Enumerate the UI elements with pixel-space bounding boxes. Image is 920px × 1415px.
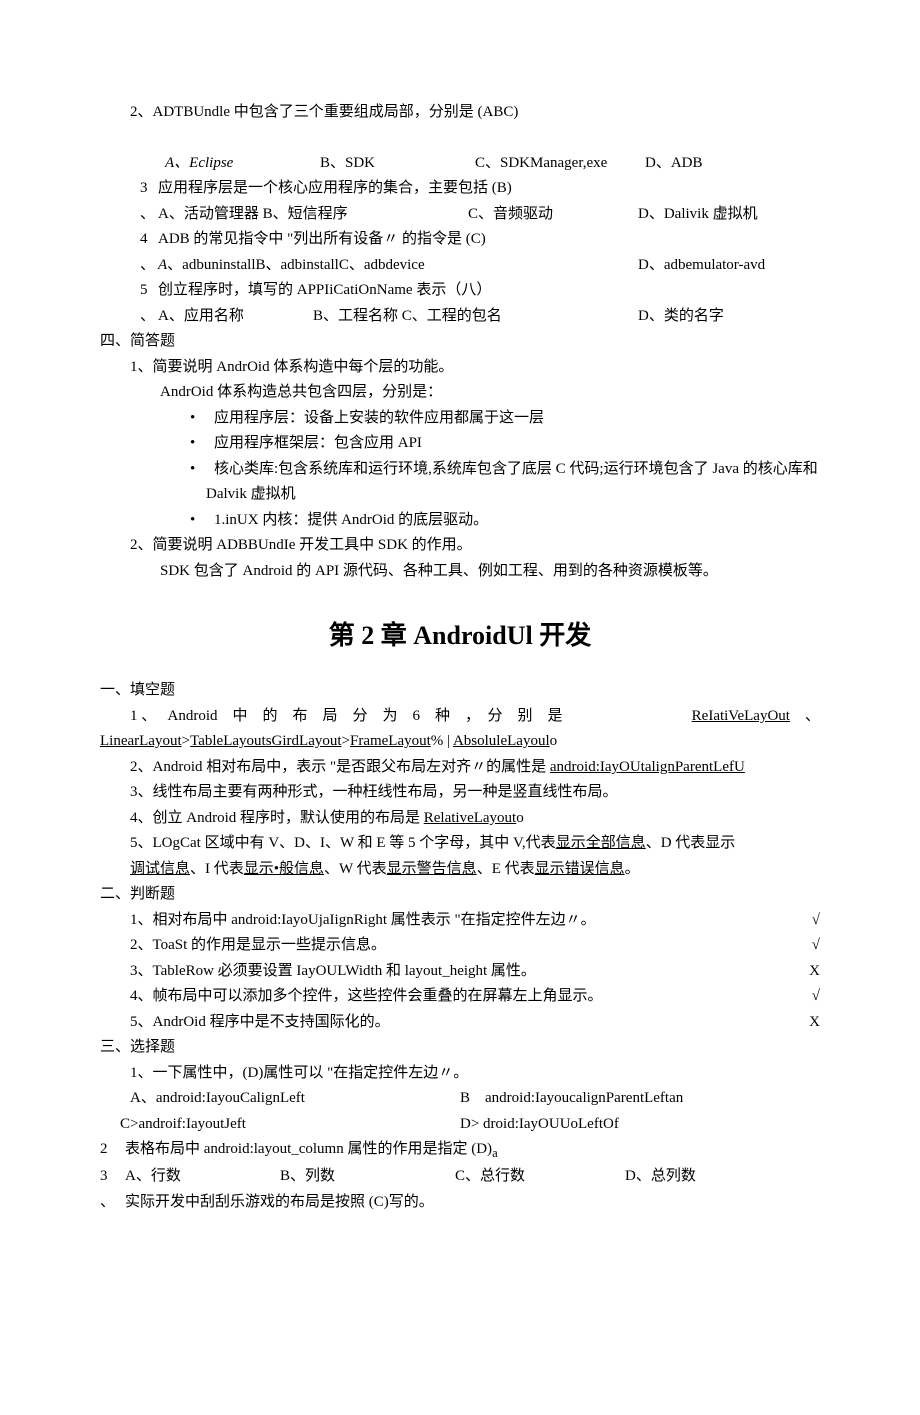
mc-question-2: 2、ADTBUndle 中包含了三个重要组成局部，分别是 (ABC) bbox=[130, 100, 820, 126]
q4-text: ADB 的常见指令中 "列出所有设备〃 的指令是 (C) bbox=[158, 227, 486, 253]
q5-text: 创立程序时，填写的 APPIiCatiOnName 表示（八） bbox=[158, 278, 491, 304]
opt-ab: A、活动管理器 B、短信程序 bbox=[158, 202, 468, 228]
mc-q4-options: 、 AA、adbuninstallB、adbinstallC、adbdevice… bbox=[140, 253, 820, 279]
ch2-mc-title: 三、选择题 bbox=[100, 1035, 820, 1061]
fill-4: 4、创立 Android 程序时，默认使用的布局是 RelativeLayout… bbox=[130, 806, 820, 832]
opt-bc: B、工程名称 C、工程的包名 bbox=[313, 304, 638, 330]
mc-question-4: 4 ADB 的常见指令中 "列出所有设备〃 的指令是 (C) bbox=[140, 227, 820, 253]
opt-d: D、adbemulator-avd bbox=[638, 253, 820, 279]
mc-question-5: 5 创立程序时，填写的 APPIiCatiOnName 表示（八） bbox=[140, 278, 820, 304]
opt-a: A、应用名称 bbox=[158, 304, 313, 330]
mc-q3-options: 、 A、活动管理器 B、短信程序 C、音频驱动 D、Dalivik 虚拟机 bbox=[140, 202, 820, 228]
tf-3: 3、TableRow 必须要设置 IayOULWidth 和 layout_he… bbox=[130, 959, 820, 985]
fill-2: 2、Android 相对布局中，表示 "是否跟父布局左对齐〃的属性是 andro… bbox=[130, 755, 820, 781]
short-answer-title: 四、简答题 bbox=[100, 329, 820, 355]
sa-bullet-2: • 应用程序框架层：包含应用 API bbox=[190, 431, 820, 457]
opt-b: B、SDK bbox=[320, 151, 475, 177]
mc-q2-options: A、Eclipse B、SDK C、SDKManager,exe D、ADB bbox=[165, 151, 820, 177]
tf-1: 1、相对布局中 android:IayoUjaIignRight 属性表示 "在… bbox=[130, 908, 820, 934]
ch2-mc-1-row2: C>androif:IayoutJeft D> droid:IayOUUoLef… bbox=[120, 1112, 820, 1138]
opt-c: C、SDKManager,exe bbox=[475, 151, 645, 177]
tf-5: 5、AndrOid 程序中是不支持国际化的。X bbox=[130, 1010, 820, 1036]
q4-num: 4 bbox=[140, 227, 158, 253]
opt-d: D、类的名字 bbox=[638, 304, 820, 330]
fill-1-line1: 1 、 Android 中 的 布 局 分 为 6 种 ， 分 别 是 ReIa… bbox=[130, 704, 820, 730]
tf-2: 2、ToaSt 的作用是显示一些提示信息。√ bbox=[130, 933, 820, 959]
q3-text: 应用程序层是一个核心应用程序的集合，主要包括 (B) bbox=[158, 176, 512, 202]
fill-3: 3、线性布局主要有两种形式，一种枉线性布局，另一种是竖直线性布局。 bbox=[130, 780, 820, 806]
sa-bullet-1: • 应用程序层：设备上安装的软件应用都属于这一层 bbox=[190, 406, 820, 432]
sa-q2: 2、简要说明 ADBBUndIe 开发工具中 SDK 的作用。 bbox=[130, 533, 820, 559]
ch2-mc-1-row1: A、android:IayouCalignLeft B android:Iayo… bbox=[130, 1086, 820, 1112]
sa-q1: 1、简要说明 AndrOid 体系构造中每个层的功能。 bbox=[130, 355, 820, 381]
tf-4: 4、帧布局中可以添加多个控件，这些控件会重叠的在屏幕左上角显示。√ bbox=[130, 984, 820, 1010]
opt-d: D、Dalivik 虚拟机 bbox=[638, 202, 820, 228]
fill-5-line1: 5、LOgCat 区域中有 V、D、I、W 和 E 等 5 个字母，其中 V,代… bbox=[130, 831, 820, 857]
opt-d: D、ADB bbox=[645, 151, 820, 177]
opt-c: C、音频驱动 bbox=[468, 202, 638, 228]
fill-5-line2: 调试信息、I 代表显示•般信息、W 代表显示警告信息、E 代表显示错误信息。 bbox=[130, 857, 820, 883]
sa-q2-answer: SDK 包含了 Android 的 API 源代码、各种工具、例如工程、用到的各… bbox=[160, 559, 820, 585]
ch2-mc-1: 1、一下属性中，(D)属性可以 "在指定控件左边〃。 bbox=[130, 1061, 820, 1087]
q3-num: 3 bbox=[140, 176, 158, 202]
q3-tick: 、 bbox=[140, 202, 158, 228]
fill-title: 一、填空题 bbox=[100, 678, 820, 704]
mc-q5-options: 、 A、应用名称 B、工程名称 C、工程的包名 D、类的名字 bbox=[140, 304, 820, 330]
mc-question-3: 3 应用程序层是一个核心应用程序的集合，主要包括 (B) bbox=[140, 176, 820, 202]
sa-bullet-4: • 1.inUX 内核：提供 AndrOid 的底层驱动。 bbox=[190, 508, 820, 534]
q5-num: 5 bbox=[140, 278, 158, 304]
sa-q1-intro: AndrOid 体系构造总共包含四层，分别是： bbox=[160, 380, 820, 406]
q5-tick: 、 bbox=[140, 304, 158, 330]
q4-tick: 、 bbox=[140, 253, 158, 279]
chapter-2-title: 第 2 章 AndroidUl 开发 bbox=[100, 614, 820, 658]
sa-bullet-3: • 核心类库:包含系统库和运行环境,系统库包含了底层 C 代码;运行环境包含了 … bbox=[190, 457, 820, 508]
fill-1-line2: LinearLayout>TableLayoutsGirdLayout>Fram… bbox=[100, 729, 820, 755]
ch2-mc-3: 、 实际开发中刮刮乐游戏的布局是按照 (C)写的。 bbox=[100, 1190, 820, 1216]
tf-title: 二、判断题 bbox=[100, 882, 820, 908]
ch2-mc-2-opts: 3 A、行数 B、列数 C、总行数 D、总列数 bbox=[100, 1164, 820, 1190]
ch2-mc-2: 2 表格布局中 android:layout_column 属性的作用是指定 (… bbox=[100, 1137, 820, 1164]
opt-a: A、Eclipse bbox=[165, 155, 233, 171]
